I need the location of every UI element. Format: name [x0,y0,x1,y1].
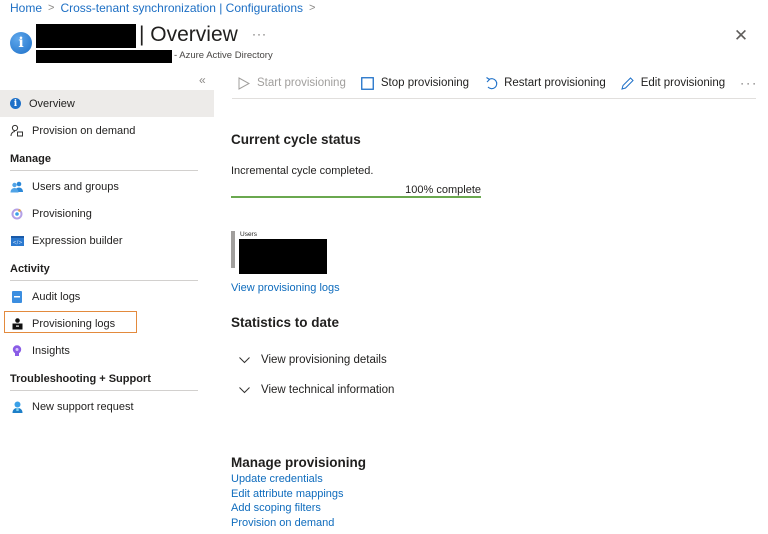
collapse-sidebar-icon[interactable]: « [199,73,206,87]
pencil-icon [621,76,635,90]
manage-provisioning-heading: Manage provisioning [231,455,367,470]
current-cycle-heading: Current cycle status [231,132,361,147]
sidebar-item-insights[interactable]: Insights [0,337,214,364]
users-indicator-bar [231,231,235,268]
provisioning-icon [10,207,24,221]
expander-label: View technical information [261,384,395,396]
section-header-activity: Activity [10,263,50,275]
divider [10,280,198,281]
user-sync-icon [10,124,24,138]
sidebar-item-label: Audit logs [32,290,81,303]
page-subtitle: - Azure Active Directory [174,50,273,61]
more-commands-icon[interactable]: ··· [740,76,758,90]
redacted-tenant-name [36,50,172,63]
divider [10,170,198,171]
play-icon [237,76,251,90]
sidebar-item-label: Users and groups [32,180,119,193]
code-icon: </> [10,234,24,248]
start-provisioning-label: Start provisioning [257,77,346,89]
sidebar-item-label: Provisioning [32,207,92,220]
sidebar-item-provisioning[interactable]: Provisioning [0,200,214,227]
sidebar-item-label: Insights [32,344,70,357]
sidebar-item-label: Provision on demand [32,124,136,137]
stop-icon [361,76,375,90]
restart-icon [484,76,498,90]
statistics-heading: Statistics to date [231,315,340,330]
more-options-icon[interactable]: ··· [252,27,267,41]
sidebar-item-new-support-request[interactable]: New support request [0,393,214,420]
restart-provisioning-button[interactable]: Restart provisioning [484,76,606,90]
lightbulb-icon [10,344,24,358]
update-credentials-link[interactable]: Update credentials [231,472,344,487]
manage-provisioning-links: Update credentials Edit attribute mappin… [231,472,344,530]
sidebar-item-label: New support request [32,400,134,413]
sidebar-item-overview[interactable]: i Overview [0,90,214,117]
provision-on-demand-link[interactable]: Provision on demand [231,516,344,531]
section-header-manage: Manage [10,153,51,165]
edit-provisioning-button[interactable]: Edit provisioning [621,76,725,90]
chevron-down-icon [239,356,251,364]
divider [232,98,756,99]
breadcrumb: Home > Cross-tenant synchronization | Co… [10,1,321,15]
restart-provisioning-label: Restart provisioning [504,77,606,89]
progress-fill [231,196,481,198]
breadcrumb-home[interactable]: Home [10,1,42,15]
breadcrumb-configurations[interactable]: Cross-tenant synchronization | Configura… [60,1,303,15]
stop-provisioning-button[interactable]: Stop provisioning [361,76,469,90]
users-label: Users [240,231,257,238]
chevron-right-icon: > [48,2,55,14]
sidebar: i Overview Provision on demand Manage Us… [0,90,214,420]
sidebar-item-label: Expression builder [32,234,123,247]
redacted-users-count [239,239,327,274]
stop-provisioning-label: Stop provisioning [380,77,470,89]
view-technical-information-expander[interactable]: View technical information [239,384,394,396]
edit-attribute-mappings-link[interactable]: Edit attribute mappings [231,487,344,502]
svg-text:</>: </> [12,240,22,246]
users-icon [10,180,24,194]
sidebar-item-label: Overview [29,97,75,110]
view-provisioning-logs-link[interactable]: View provisioning logs [231,282,340,294]
sidebar-item-expression-builder[interactable]: </> Expression builder [0,227,214,254]
expander-label: View provisioning details [261,354,387,366]
add-scoping-filters-link[interactable]: Add scoping filters [231,501,344,516]
redacted-app-name [36,24,136,48]
sidebar-item-provisioning-logs[interactable]: Provisioning logs [0,310,214,337]
cycle-status-text: Incremental cycle completed. [231,165,374,177]
command-bar: Start provisioning Stop provisioning Res… [237,76,758,90]
chevron-right-icon: > [309,2,316,14]
sidebar-item-audit-logs[interactable]: Audit logs [0,283,214,310]
chevron-down-icon [239,386,251,394]
edit-provisioning-label: Edit provisioning [640,77,726,89]
page-title: | Overview [139,23,238,46]
progress-bar [231,196,481,198]
divider [10,390,198,391]
audit-log-icon [10,290,24,304]
close-icon[interactable]: ✕ [733,27,749,44]
info-icon: i [10,98,21,109]
progress-label: 100% complete [405,184,481,196]
sidebar-item-users-and-groups[interactable]: Users and groups [0,173,214,200]
view-provisioning-details-expander[interactable]: View provisioning details [239,354,387,366]
support-icon [10,400,24,414]
section-header-troubleshooting: Troubleshooting + Support [10,373,151,385]
start-provisioning-button[interactable]: Start provisioning [237,76,346,90]
sidebar-item-provision-on-demand[interactable]: Provision on demand [0,117,214,144]
highlight-box [4,311,137,333]
info-icon: i [10,32,32,54]
